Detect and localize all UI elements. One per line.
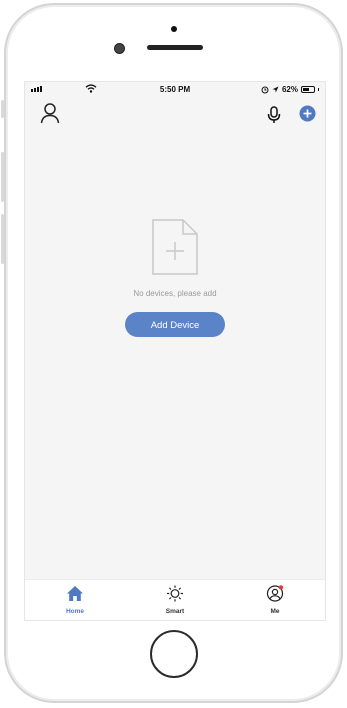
battery-percent: 62% — [281, 85, 298, 94]
tab-me[interactable]: Me — [225, 580, 325, 620]
user-circle-icon — [266, 585, 284, 602]
tab-smart-label: Smart — [165, 608, 185, 615]
plus-circle-icon[interactable] — [299, 105, 316, 122]
add-device-button[interactable]: Add Device — [125, 312, 225, 337]
earpiece-speaker — [147, 45, 203, 50]
home-icon — [67, 586, 83, 601]
alarm-icon — [261, 86, 269, 93]
front-sensor — [171, 26, 177, 32]
tab-me-label: Me — [270, 608, 280, 615]
tab-home-label: Home — [65, 608, 85, 615]
front-camera — [114, 43, 125, 54]
tab-smart[interactable]: Smart — [125, 580, 225, 620]
empty-state: No devices, please add Add Device — [25, 218, 325, 337]
sun-icon — [167, 585, 183, 602]
battery-level — [303, 88, 309, 91]
notification-badge — [278, 585, 284, 590]
person-outline-icon[interactable] — [40, 102, 60, 124]
battery-icon — [301, 86, 315, 93]
microphone-icon[interactable] — [267, 106, 281, 124]
tab-home[interactable]: Home — [25, 580, 125, 620]
app-screen: 5:50 PM 62% No devices, please add Add D… — [24, 81, 326, 621]
tab-bar: Home Smart Me — [25, 579, 325, 620]
empty-state-text: No devices, please add — [133, 289, 217, 298]
location-arrow-icon — [272, 86, 279, 93]
status-bar: 5:50 PM 62% — [25, 82, 325, 98]
home-button[interactable] — [150, 630, 198, 678]
file-plus-icon — [152, 219, 198, 275]
